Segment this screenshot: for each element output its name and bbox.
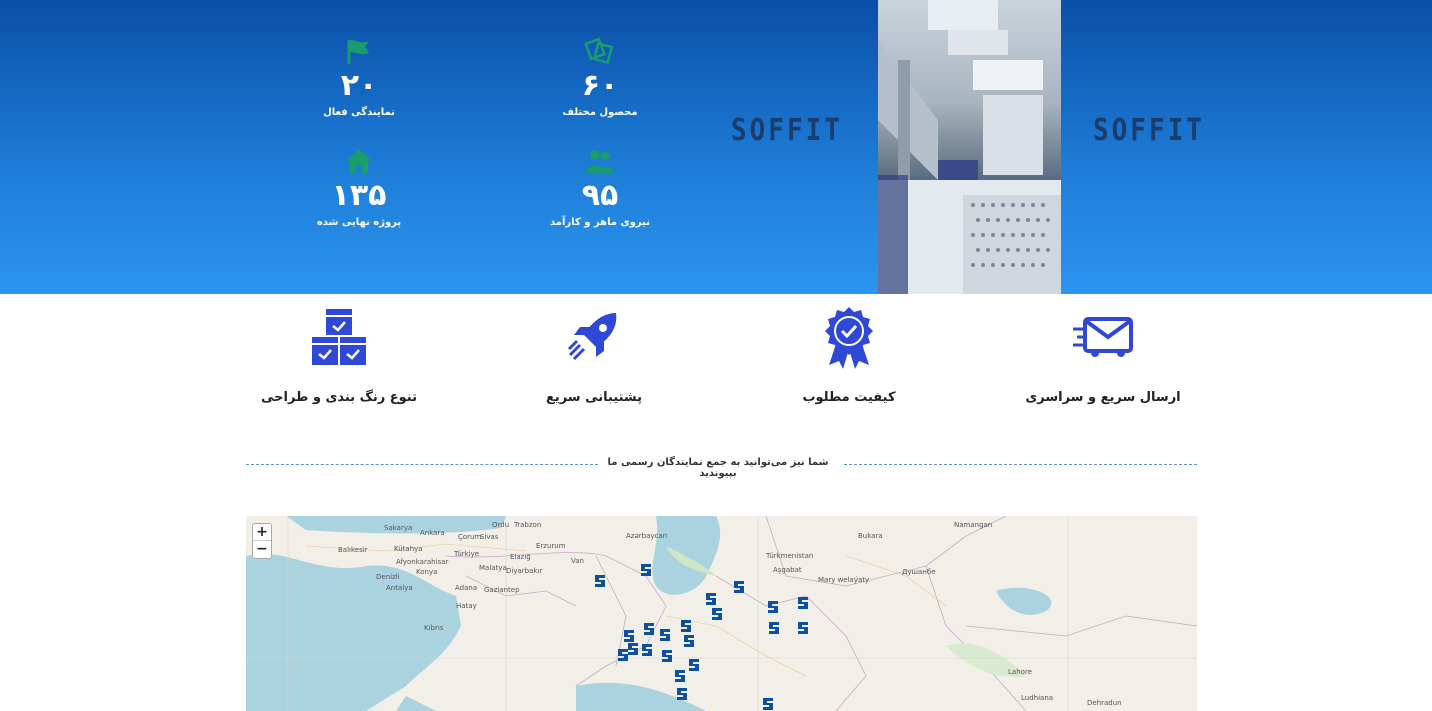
- agent-marker[interactable]: [676, 687, 688, 701]
- stat-label: نمایندگی فعال: [323, 107, 395, 118]
- feature-label: پشتیبانی سریع: [545, 390, 643, 405]
- map-label: Malatya: [479, 564, 507, 572]
- agent-marker[interactable]: [641, 643, 653, 657]
- boxes-icon: [239, 304, 439, 370]
- map-label: Adana: [455, 584, 478, 592]
- agent-marker[interactable]: [797, 621, 809, 635]
- map-label: Konya: [416, 568, 438, 576]
- map-label: Denizli: [376, 573, 400, 581]
- join-agents-divider: شما نیز می‌توانید به جمع نمایندگان رسمی …: [246, 455, 1197, 479]
- agent-marker[interactable]: [640, 563, 652, 577]
- stat-value: ۲۰: [340, 68, 378, 103]
- map-label: Sivas: [480, 533, 499, 541]
- map-label: Bukara: [858, 532, 883, 540]
- map-label: Kütahya: [394, 545, 423, 553]
- agent-marker[interactable]: [768, 621, 780, 635]
- map-label: Lahore: [1008, 668, 1032, 676]
- map-label: Kıbrıs: [424, 624, 444, 632]
- map-label: Hatay: [456, 602, 477, 610]
- quality-badge-icon: [749, 304, 949, 370]
- map-label: Elazığ: [510, 553, 531, 561]
- map-label: Afyonkarahisar: [396, 558, 449, 566]
- agent-marker[interactable]: [688, 658, 700, 672]
- soffit-logo-left: SOFFIT: [731, 113, 843, 149]
- map-label: Namangan: [954, 521, 993, 529]
- factory-photo: [878, 0, 1061, 294]
- zoom-out-button[interactable]: −: [253, 541, 271, 558]
- map-label: Trabzon: [514, 521, 542, 529]
- stat-label: پروژه نهایی شده: [316, 217, 402, 228]
- divider-line-left: [246, 464, 598, 465]
- map-label: Dehradun: [1087, 699, 1122, 707]
- map-zoom-control: + −: [252, 523, 272, 559]
- agents-map[interactable]: Sakarya Ankara Çorum Sivas Ordu Trabzon …: [246, 516, 1197, 711]
- soffit-logo-right: SOFFIT: [1093, 113, 1205, 149]
- map-label: Aşgabat: [773, 566, 802, 574]
- agent-marker[interactable]: [680, 619, 692, 633]
- agent-marker[interactable]: [797, 596, 809, 610]
- agent-marker[interactable]: [705, 592, 717, 606]
- flag-icon: [279, 35, 439, 67]
- feature-fast-shipping: ارسال سریع و سراسری: [1003, 304, 1203, 405]
- feature-quality: کیفیت مطلوب: [749, 304, 949, 405]
- agent-marker[interactable]: [733, 580, 745, 594]
- stat-label: محصول مختلف: [562, 107, 638, 118]
- agent-marker[interactable]: [674, 669, 686, 683]
- map-label: Antalya: [386, 584, 413, 592]
- map-label: Ludhiana: [1021, 694, 1054, 702]
- home-icon: [279, 145, 439, 177]
- stat-active-agencies: ۲۰ نمایندگی فعال: [279, 35, 439, 118]
- map-label: Balıkesir: [338, 546, 368, 554]
- map-label: Ordu: [492, 521, 510, 529]
- map-label: Gaziantep: [484, 586, 520, 594]
- stat-skilled-staff: ۹۵ نیروی ماهر و کارآمد: [520, 145, 680, 228]
- map-label: Van: [571, 557, 584, 565]
- agent-marker[interactable]: [683, 634, 695, 648]
- delivery-icon: [1003, 304, 1203, 370]
- stat-completed-projects: ۱۳۵ پروژه نهایی شده: [279, 145, 439, 228]
- stat-label: نیروی ماهر و کارآمد: [550, 217, 650, 228]
- map-label: Sakarya: [384, 524, 413, 532]
- feature-label: کیفیت مطلوب: [802, 390, 896, 405]
- agent-marker[interactable]: [767, 600, 779, 614]
- stat-value: ۶۰: [581, 68, 619, 103]
- team-icon: [520, 145, 680, 177]
- agent-marker[interactable]: [594, 574, 606, 588]
- agent-marker[interactable]: [661, 649, 673, 663]
- stats-hero: ۲۰ نمایندگی فعال ۶۰ محصول مختلف ۱۳۵ پروژ…: [0, 0, 1432, 294]
- join-agents-text: شما نیز می‌توانید به جمع نمایندگان رسمی …: [607, 457, 829, 479]
- zoom-in-button[interactable]: +: [253, 524, 271, 541]
- map-label: Çorum: [458, 533, 482, 541]
- map-label: Ankara: [420, 529, 445, 537]
- map-label: Türkiye: [454, 550, 480, 558]
- feature-fast-support: پشتیبانی سریع: [494, 304, 694, 405]
- stat-value: ۱۳۵: [331, 178, 387, 213]
- stat-products: ۶۰ محصول مختلف: [520, 35, 680, 118]
- divider-line-right: [844, 464, 1197, 465]
- agent-marker[interactable]: [617, 648, 629, 662]
- map-label: Mary welaýaty: [818, 576, 870, 584]
- map-label: Türkmenistan: [766, 552, 814, 560]
- agent-marker[interactable]: [643, 622, 655, 636]
- feature-label: تنوع رنگ بندی و طراحی: [261, 390, 417, 405]
- agent-marker[interactable]: [711, 607, 723, 621]
- stat-value: ۹۵: [581, 178, 619, 213]
- product-icon: [520, 35, 680, 67]
- map-label: Azərbaycan: [626, 532, 668, 540]
- map-label: Diyarbakır: [506, 567, 543, 575]
- map-label: Душанбе: [902, 568, 936, 576]
- rocket-icon: [494, 304, 694, 370]
- agent-marker[interactable]: [762, 697, 774, 711]
- agent-marker[interactable]: [659, 628, 671, 642]
- map-label: Erzurum: [536, 542, 566, 550]
- agent-marker[interactable]: [623, 629, 635, 643]
- feature-label: ارسال سریع و سراسری: [1025, 390, 1181, 405]
- feature-color-variety: تنوع رنگ بندی و طراحی: [239, 304, 439, 405]
